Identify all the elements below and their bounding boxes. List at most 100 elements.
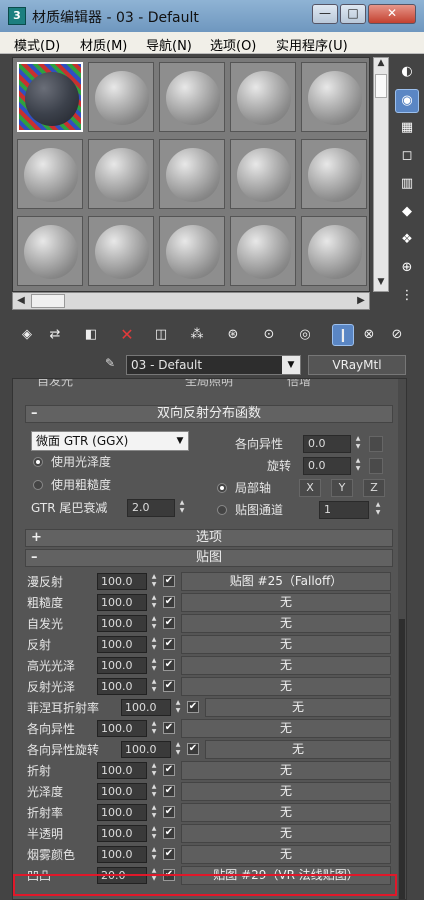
map-enabled-checkbox[interactable]: ✔ <box>163 659 175 671</box>
make-copy-icon[interactable]: ◫ <box>150 324 172 346</box>
sample-slot[interactable] <box>159 139 225 209</box>
sample-slot[interactable] <box>159 62 225 132</box>
minimize-button[interactable]: — <box>312 4 338 24</box>
map-amount-field[interactable]: 100.0 <box>97 657 147 674</box>
rollout-options[interactable]: + 选项 <box>25 529 393 547</box>
map-amount-field[interactable]: 100.0 <box>97 594 147 611</box>
map-slot-button[interactable]: 无 <box>181 656 391 675</box>
menu-material[interactable]: 材质(M) <box>80 35 127 54</box>
map-amount-spinner[interactable]: ▲ ▼ <box>149 720 159 737</box>
brdf-type-dropdown[interactable]: 微面 GTR (GGX) ▼ <box>31 431 189 451</box>
map-enabled-checkbox[interactable]: ✔ <box>163 596 175 608</box>
sample-slot[interactable] <box>17 62 83 132</box>
rotation-spinner[interactable]: ▲ ▼ <box>353 457 363 475</box>
map-amount-field[interactable]: 100.0 <box>97 783 147 800</box>
scroll-up-icon[interactable]: ▲ <box>374 58 388 72</box>
anisotropy-spinner[interactable]: ▲ ▼ <box>353 435 363 453</box>
collapse-icon[interactable]: – <box>31 550 38 566</box>
sample-slot[interactable] <box>17 139 83 209</box>
radio-use-glossiness[interactable] <box>33 457 43 467</box>
sample-slot[interactable] <box>159 216 225 286</box>
sample-slot[interactable] <box>17 216 83 286</box>
anisotropy-field[interactable]: 0.0 <box>303 435 351 453</box>
map-amount-field[interactable]: 100.0 <box>121 699 171 716</box>
select-by-material-icon[interactable]: ⊕ <box>395 257 419 281</box>
map-slot-button[interactable]: 无 <box>181 635 391 654</box>
panel-scrollbar[interactable] <box>398 379 406 899</box>
map-amount-spinner[interactable]: ▲ ▼ <box>149 657 159 674</box>
put-to-library-icon[interactable]: ⊛ <box>222 324 244 346</box>
map-amount-field[interactable]: 100.0 <box>97 825 147 842</box>
map-slot-button[interactable]: 无 <box>181 761 391 780</box>
material-map-navigator-icon[interactable]: ⋮ <box>395 285 419 309</box>
map-amount-field[interactable]: 100.0 <box>97 678 147 695</box>
map-amount-spinner[interactable]: ▲ ▼ <box>173 699 183 716</box>
material-type-button[interactable]: VRayMtl <box>308 355 406 375</box>
video-color-check-icon[interactable]: ▥ <box>395 173 419 197</box>
material-name-field[interactable]: 03 - Default ▼ <box>126 355 301 375</box>
map-amount-spinner[interactable]: ▲ ▼ <box>149 678 159 695</box>
map-amount-field[interactable]: 100.0 <box>97 846 147 863</box>
gtr-falloff-field[interactable]: 2.0 <box>127 499 175 517</box>
radio-use-roughness[interactable] <box>33 480 43 490</box>
map-channel-field[interactable]: 1 <box>319 501 369 519</box>
map-amount-field[interactable]: 100.0 <box>97 636 147 653</box>
map-amount-spinner[interactable]: ▲ ▼ <box>149 615 159 632</box>
map-slot-button[interactable]: 无 <box>181 845 391 864</box>
go-to-parent-icon[interactable]: ❙ <box>332 324 354 346</box>
sample-slot[interactable] <box>88 216 154 286</box>
map-amount-field[interactable]: 100.0 <box>97 615 147 632</box>
map-amount-spinner[interactable]: ▲ ▼ <box>149 762 159 779</box>
map-channel-spinner[interactable]: ▲ ▼ <box>373 501 383 519</box>
go-forward-sibling-icon[interactable]: ⊗ <box>358 324 380 346</box>
sample-slot[interactable] <box>230 62 296 132</box>
scroll-right-icon[interactable]: ▶ <box>353 293 369 309</box>
map-enabled-checkbox[interactable]: ✔ <box>187 743 199 755</box>
background-checker-icon[interactable]: ▦ <box>395 117 419 141</box>
map-amount-spinner[interactable]: ▲ ▼ <box>149 804 159 821</box>
map-enabled-checkbox[interactable]: ✔ <box>163 638 175 650</box>
map-slot-button[interactable]: 无 <box>205 698 391 717</box>
rollout-maps[interactable]: – 贴图 <box>25 549 393 567</box>
gtr-falloff-spinner[interactable]: ▲ ▼ <box>177 499 187 517</box>
menu-navigation[interactable]: 导航(N) <box>146 35 192 54</box>
panel-scroll-thumb[interactable] <box>399 619 405 899</box>
map-amount-field[interactable]: 100.0 <box>97 720 147 737</box>
map-amount-field[interactable]: 100.0 <box>97 804 147 821</box>
rotation-map-button[interactable] <box>369 458 383 474</box>
sample-slot[interactable] <box>230 216 296 286</box>
map-slot-button[interactable]: 无 <box>181 677 391 696</box>
menu-utilities[interactable]: 实用程序(U) <box>276 35 348 54</box>
material-id-channel-icon[interactable]: ⊙ <box>258 324 280 346</box>
close-button[interactable]: ✕ <box>368 4 416 24</box>
anisotropy-map-button[interactable] <box>369 436 383 452</box>
rotation-field[interactable]: 0.0 <box>303 457 351 475</box>
map-amount-field[interactable]: 100.0 <box>97 762 147 779</box>
reset-map-icon[interactable]: ✕ <box>116 324 138 346</box>
sample-slot[interactable] <box>88 62 154 132</box>
map-enabled-checkbox[interactable]: ✔ <box>163 806 175 818</box>
map-slot-button[interactable]: 无 <box>205 740 391 759</box>
sample-type-icon[interactable]: ◐ <box>395 61 419 85</box>
sample-uv-tiling-icon[interactable]: ◻ <box>395 145 419 169</box>
show-shaded-material-icon[interactable]: ◎ <box>294 324 316 346</box>
map-slot-button[interactable]: 无 <box>181 719 391 738</box>
menu-mode[interactable]: 模式(D) <box>14 35 60 54</box>
map-enabled-checkbox[interactable]: ✔ <box>163 827 175 839</box>
map-amount-spinner[interactable]: ▲ ▼ <box>149 825 159 842</box>
map-slot-button[interactable]: 无 <box>181 782 391 801</box>
map-slot-button[interactable]: 无 <box>181 593 391 612</box>
slots-vertical-scrollbar[interactable]: ▲ ▼ <box>373 57 389 292</box>
scroll-thumb[interactable] <box>375 74 387 98</box>
map-slot-button[interactable]: 无 <box>181 803 391 822</box>
map-slot-button[interactable]: 无 <box>181 824 391 843</box>
make-unique-icon[interactable]: ⁂ <box>186 324 208 346</box>
slots-horizontal-scrollbar[interactable]: ◀ ▶ <box>12 292 370 310</box>
map-amount-field[interactable]: 100.0 <box>121 741 171 758</box>
sample-slot[interactable] <box>230 139 296 209</box>
eyedropper-icon[interactable]: ✎ <box>100 356 120 374</box>
map-enabled-checkbox[interactable]: ✔ <box>163 680 175 692</box>
map-amount-spinner[interactable]: ▲ ▼ <box>149 846 159 863</box>
map-amount-spinner[interactable]: ▲ ▼ <box>149 573 159 590</box>
put-to-scene-icon[interactable]: ⇄ <box>44 324 66 346</box>
